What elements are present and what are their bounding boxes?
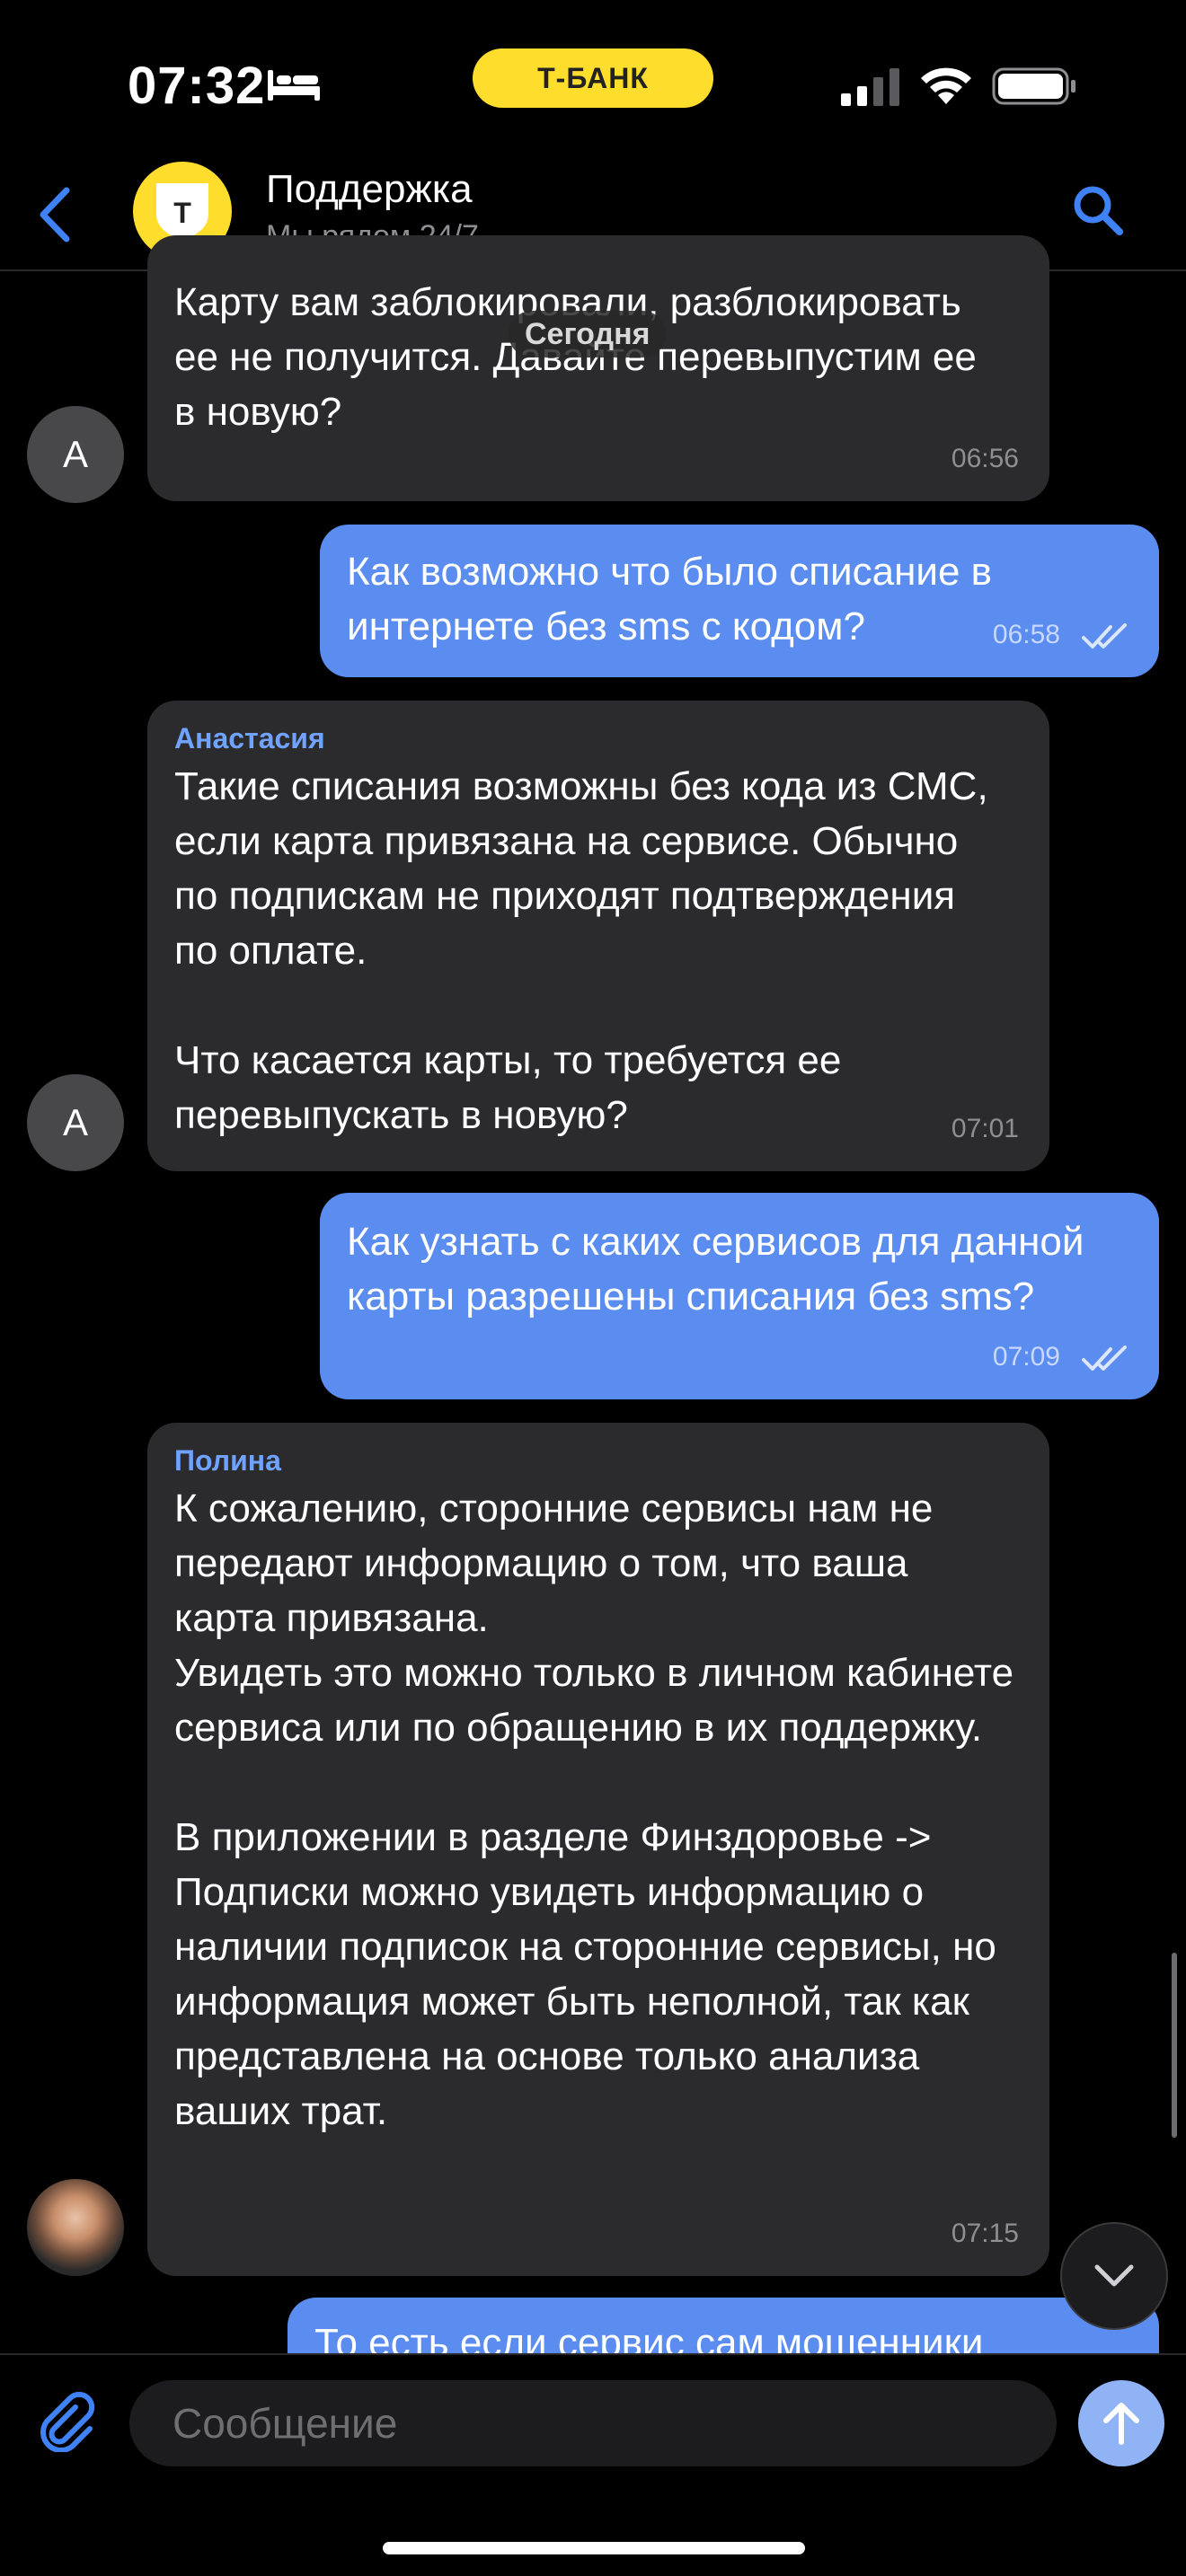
date-chip: Сегодня — [509, 311, 667, 357]
arrow-up-icon — [1103, 2403, 1139, 2445]
scroll-down-button[interactable] — [1060, 2222, 1168, 2330]
read-checks-icon — [1082, 623, 1127, 648]
agent-avatar[interactable]: А — [27, 406, 124, 503]
chevron-down-icon — [1094, 2264, 1134, 2287]
message-bubble-incoming[interactable]: Карту вам заблокировали, разблокировать … — [147, 235, 1049, 501]
agent-photo-avatar[interactable] — [27, 2179, 124, 2276]
sender-name: Анастасия — [174, 722, 325, 754]
home-indicator[interactable] — [383, 2542, 805, 2554]
message-bubble-incoming[interactable]: Полина К сожалению, сторонние сервисы на… — [147, 1423, 1049, 2276]
message-bubble-outgoing[interactable]: Как узнать с каких сервисов для данной к… — [320, 1193, 1159, 1399]
message-text: Такие списания возможны без кода из СМС,… — [174, 764, 988, 1137]
message-bubble-incoming[interactable]: Анастасия Такие списания возможны без ко… — [147, 701, 1049, 1171]
status-bar: 07:32 Т-БАНК — [0, 0, 1186, 162]
message-time: 07:15 — [951, 2219, 1019, 2248]
message-bubble-outgoing[interactable]: Как возможно что было списание в интерне… — [320, 525, 1159, 677]
chat-title: Поддержка — [266, 167, 473, 211]
bank-pill[interactable]: Т-БАНК — [473, 49, 713, 108]
message-time: 07:09 — [992, 1342, 1060, 1372]
shield-logo-icon: Т — [156, 183, 208, 241]
composer-bar — [0, 2353, 1186, 2576]
message-time: 06:56 — [951, 444, 1019, 473]
send-button[interactable] — [1078, 2380, 1164, 2466]
bed-icon — [268, 70, 320, 101]
battery-icon — [992, 67, 1075, 105]
agent-avatar[interactable]: А — [27, 1074, 124, 1171]
wifi-icon — [921, 67, 971, 104]
read-checks-icon — [1082, 1345, 1127, 1371]
message-time: 07:01 — [951, 1114, 1019, 1143]
message-input[interactable] — [129, 2380, 1057, 2466]
paperclip-icon[interactable] — [34, 2387, 99, 2452]
sender-name: Полина — [174, 1444, 281, 1477]
status-time: 07:32 — [128, 57, 266, 115]
logo-letter: Т — [173, 197, 191, 229]
message-text: К сожалению, сторонние сервисы нам не пе… — [174, 1486, 1014, 2133]
signal-icon — [841, 68, 899, 106]
back-chevron-icon[interactable] — [32, 183, 77, 246]
message-text: Как узнать с каких сервисов для данной к… — [347, 1220, 1095, 1319]
search-icon[interactable] — [1071, 183, 1125, 237]
message-time: 06:58 — [992, 620, 1060, 649]
scrollbar[interactable] — [1172, 1953, 1177, 2138]
